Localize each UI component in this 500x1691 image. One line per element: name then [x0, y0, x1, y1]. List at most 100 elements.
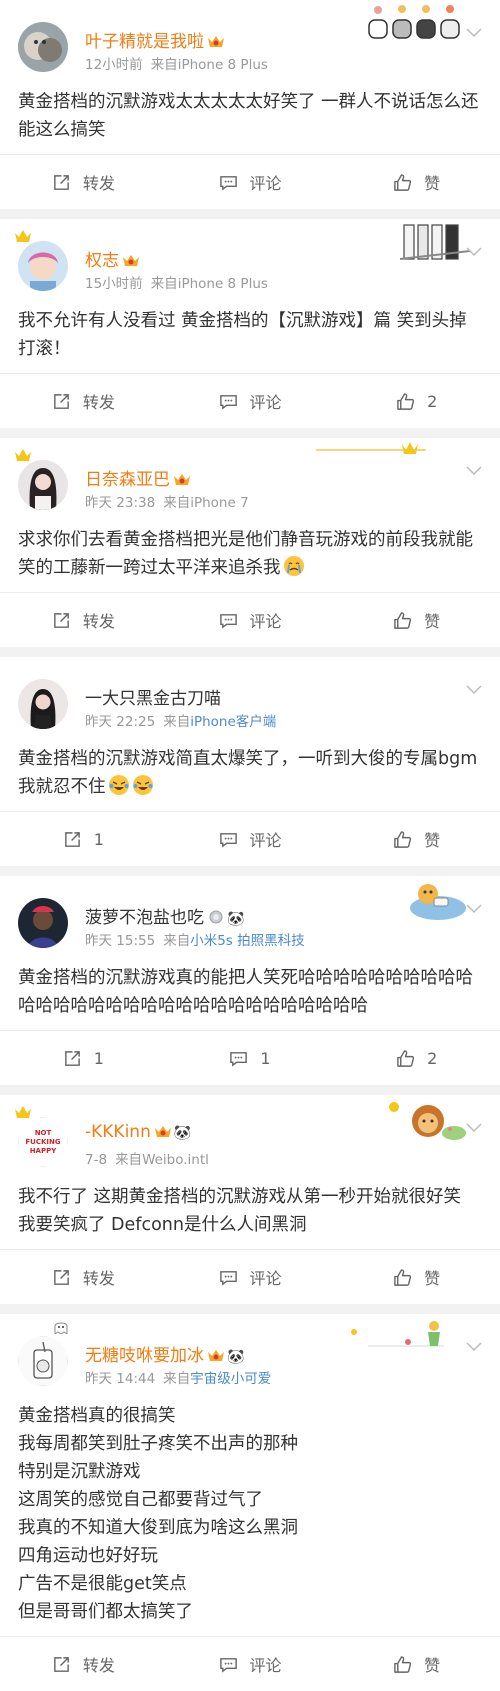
- repost-button[interactable]: 转发: [0, 374, 167, 428]
- like-button[interactable]: 2: [333, 1031, 500, 1085]
- post-meta: 15小时前 来自iPhone 8 Plus: [85, 272, 268, 292]
- comment-icon: [219, 613, 237, 629]
- expand-chevron-down-icon[interactable]: [466, 247, 482, 257]
- like-label: 赞: [424, 174, 441, 193]
- repost-label: 转发: [82, 174, 115, 193]
- post-header: 一大只黑金古刀喵 昨天 22:25 来自iPhone客户端: [0, 657, 500, 737]
- post-card: 无糖吱咻要加冰 🐼 昨天 14:44 来自宇宙级小可爱 黄金搭档真的很搞笑 我每周都…: [0, 1314, 500, 1691]
- source-prefix: 来自: [150, 276, 178, 292]
- username-text[interactable]: 一大只黑金古刀喵: [85, 689, 221, 709]
- source-device-link[interactable]: 宇宙级小可爱: [190, 1371, 271, 1387]
- comment-icon: [230, 1051, 248, 1067]
- post-meta: 12小时前 来自iPhone 8 Plus: [85, 53, 268, 73]
- repost-button[interactable]: 转发: [0, 1637, 167, 1691]
- repost-label: 转发: [82, 1656, 115, 1675]
- avatar[interactable]: [18, 679, 68, 729]
- like-button[interactable]: 赞: [333, 593, 500, 647]
- post-header: 无糖吱咻要加冰 🐼 昨天 14:44 来自宇宙级小可爱: [0, 1314, 500, 1394]
- post-text: 我不行了 这期黄金搭档的沉默游戏从第一秒开始就很好笑 我要笑疯了 Defconn…: [18, 1187, 462, 1235]
- source-device: iPhone 8 Plus: [177, 57, 268, 73]
- source-device-link[interactable]: 小米5s 拍照黑科技: [190, 933, 304, 949]
- source-prefix: 来自: [150, 57, 178, 73]
- vip-crown-badge-icon: [208, 1350, 224, 1361]
- username[interactable]: -KKKinn 🐼: [85, 1122, 191, 1142]
- action-bar: 转发 评论 2: [0, 373, 500, 428]
- expand-chevron-down-icon[interactable]: [466, 466, 482, 476]
- like-button[interactable]: 赞: [333, 1250, 500, 1304]
- avatar[interactable]: [18, 241, 68, 291]
- username-text[interactable]: 菠萝不泡盐也吃: [85, 908, 204, 928]
- post-card: 日奈森亚巴 昨天 23:38 来自iPhone 7 求求你们去看黄金搭档把光是他们…: [0, 438, 500, 647]
- repost-button[interactable]: 转发: [0, 1250, 167, 1304]
- like-label: 赞: [424, 831, 441, 850]
- username[interactable]: 权志: [85, 246, 140, 271]
- repost-button[interactable]: 1: [0, 812, 167, 866]
- post-text: 求求你们去看黄金搭档把光是他们静音玩游戏的前段我就能笑的工藤新一跨过太平洋来追杀…: [0, 518, 500, 592]
- expand-chevron-down-icon[interactable]: [466, 904, 482, 914]
- avatar[interactable]: [18, 898, 68, 948]
- repost-icon: [53, 1656, 69, 1672]
- comment-icon: [219, 1657, 237, 1673]
- crown-icon: [15, 449, 31, 461]
- repost-label: 转发: [82, 1269, 115, 1288]
- repost-button[interactable]: 转发: [0, 593, 167, 647]
- username[interactable]: 日奈森亚巴: [85, 465, 191, 490]
- post-meta: 昨天 14:44 来自宇宙级小可爱: [85, 1367, 271, 1387]
- thumbs-up-icon: [394, 1655, 412, 1673]
- expand-chevron-down-icon[interactable]: [466, 28, 482, 38]
- username-text[interactable]: 权志: [85, 251, 119, 271]
- expand-chevron-down-icon[interactable]: [466, 1342, 482, 1352]
- comment-button[interactable]: 评论: [167, 155, 334, 209]
- post-header: 菠萝不泡盐也吃 🐼 昨天 15:55 来自小米5s 拍照黑科技: [0, 876, 500, 956]
- comment-button[interactable]: 评论: [167, 1250, 334, 1304]
- avatar[interactable]: NOT FUCKING HAPPY: [18, 1117, 68, 1167]
- like-label: 赞: [424, 1269, 441, 1288]
- username-text[interactable]: 叶子精就是我啦: [85, 32, 204, 52]
- comment-label: 评论: [249, 831, 282, 850]
- expand-chevron-down-icon[interactable]: [466, 1123, 482, 1133]
- username-text[interactable]: -KKKinn: [85, 1122, 151, 1142]
- like-button[interactable]: 赞: [333, 1637, 500, 1691]
- repost-button[interactable]: 1: [0, 1031, 167, 1085]
- like-button[interactable]: 2: [333, 374, 500, 428]
- username[interactable]: 叶子精就是我啦: [85, 27, 225, 52]
- source-device: iPhone 8 Plus: [177, 276, 268, 292]
- avatar[interactable]: [18, 22, 68, 72]
- avatar[interactable]: [18, 460, 68, 510]
- username-text[interactable]: 无糖吱咻要加冰: [85, 1346, 204, 1366]
- comment-label: 评论: [249, 612, 282, 631]
- post-time: 昨天 15:55: [85, 933, 156, 949]
- post-header: NOT FUCKING HAPPY -KKKinn 🐼 7-8 来自Weibo.intl: [0, 1095, 500, 1175]
- thumbs-up-icon: [394, 173, 412, 191]
- like-button[interactable]: 赞: [333, 812, 500, 866]
- comment-button[interactable]: 1: [167, 1031, 334, 1085]
- comment-button[interactable]: 评论: [167, 593, 334, 647]
- post-header: 日奈森亚巴 昨天 23:38 来自iPhone 7: [0, 438, 500, 518]
- repost-button[interactable]: 转发: [0, 155, 167, 209]
- panda-emoji-icon: 🐼: [173, 1125, 192, 1141]
- avatar[interactable]: [18, 1336, 68, 1386]
- source-device-link[interactable]: iPhone客户端: [190, 714, 276, 730]
- post-card: 菠萝不泡盐也吃 🐼 昨天 15:55 来自小米5s 拍照黑科技 黄金搭档的沉默游戏真…: [0, 876, 500, 1085]
- post-text-body: 求求你们去看黄金搭档把光是他们静音玩游戏的前段我就能笑的工藤新一跨过太平洋来追杀…: [18, 530, 473, 578]
- source-prefix: 来自: [163, 714, 191, 730]
- username[interactable]: 一大只黑金古刀喵: [85, 684, 221, 709]
- like-button[interactable]: 赞: [333, 155, 500, 209]
- source-prefix: 来自: [163, 495, 191, 511]
- source-prefix: 来自: [163, 1371, 191, 1387]
- vip-crown-badge-icon: [208, 36, 224, 47]
- vip-crown-badge-icon: [174, 474, 190, 485]
- little-prince-decoration-icon: [351, 1321, 444, 1347]
- username[interactable]: 菠萝不泡盐也吃 🐼: [85, 903, 244, 928]
- post-card: 一大只黑金古刀喵 昨天 22:25 来自iPhone客户端 黄金搭档的沉默游戏简直…: [0, 657, 500, 866]
- username-text[interactable]: 日奈森亚巴: [85, 470, 170, 490]
- silver-medal-badge-icon: [209, 910, 223, 924]
- comment-button[interactable]: 评论: [167, 1637, 334, 1691]
- lion-sun-decoration-icon: [389, 1102, 466, 1140]
- repost-icon: [53, 612, 69, 628]
- ghost-icon: [54, 1322, 68, 1334]
- comment-button[interactable]: 评论: [167, 812, 334, 866]
- comment-button[interactable]: 评论: [167, 374, 334, 428]
- expand-chevron-down-icon[interactable]: [466, 685, 482, 695]
- username[interactable]: 无糖吱咻要加冰 🐼: [85, 1341, 244, 1366]
